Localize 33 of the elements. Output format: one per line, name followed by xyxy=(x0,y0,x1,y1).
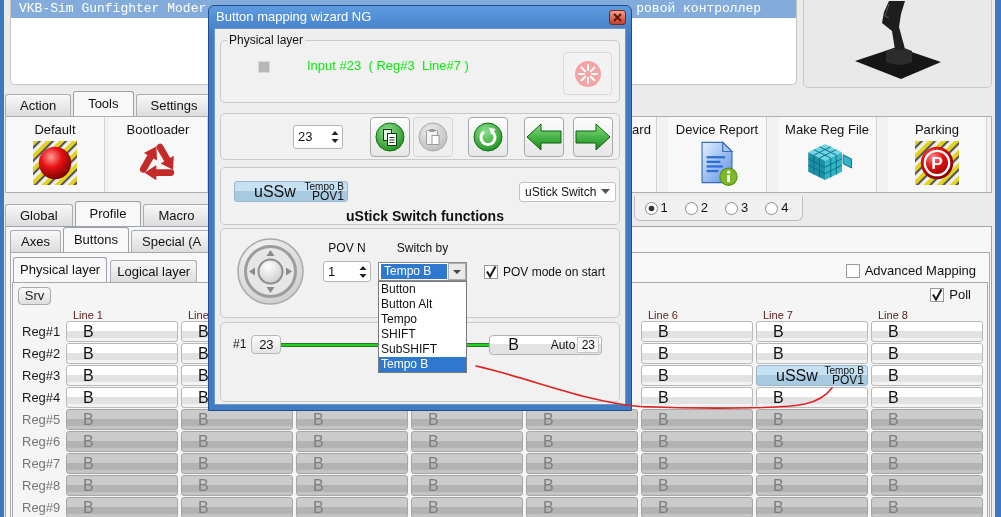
pov-label: POV1 xyxy=(312,190,344,202)
mode-label: Auto xyxy=(550,338,576,352)
field-label: Switch by xyxy=(396,241,449,255)
row-label: Reg#9 xyxy=(22,499,61,516)
pov-label: POV1 xyxy=(832,374,864,386)
row-text: VKB-Sim Gunfighter Moder xyxy=(19,0,207,18)
row-label: Reg#7 xyxy=(22,455,61,472)
column-header: Line xyxy=(188,309,209,321)
row-label: Reg#2 xyxy=(22,345,61,362)
row-label: Reg#8 xyxy=(22,477,61,494)
row-label: Reg#1 xyxy=(22,323,61,340)
input-status-text: Input #23 ( Reg#3 Line#7 ) xyxy=(307,57,469,75)
column-header: Line 7 xyxy=(763,309,793,321)
row-label: Reg#6 xyxy=(22,433,61,450)
row-label: Reg#5 xyxy=(22,411,61,428)
value-box: 23 xyxy=(577,337,600,353)
mode-label: Tempo B xyxy=(304,181,344,191)
function-label: uSSw xyxy=(254,182,296,201)
window-title: Button mapping wizard NG xyxy=(215,9,372,25)
column-header: Line 8 xyxy=(878,309,908,321)
function-label: uSSw xyxy=(776,366,818,385)
parking-icon: P xyxy=(915,141,959,185)
group-label: Physical layer xyxy=(227,33,306,47)
row-label: Reg#3 xyxy=(22,367,61,384)
row-text: ровой контроллер xyxy=(636,0,762,18)
function-label: B xyxy=(508,336,520,354)
source-label: #1 xyxy=(233,336,247,353)
column-header: Line 1 xyxy=(73,309,103,321)
row-label: Reg#4 xyxy=(22,389,61,406)
field-label: POV N xyxy=(328,241,366,255)
section-heading: uStick Switch functions xyxy=(345,208,505,225)
mode-label: Tempo B xyxy=(824,365,864,375)
column-header: Line 6 xyxy=(648,309,678,321)
